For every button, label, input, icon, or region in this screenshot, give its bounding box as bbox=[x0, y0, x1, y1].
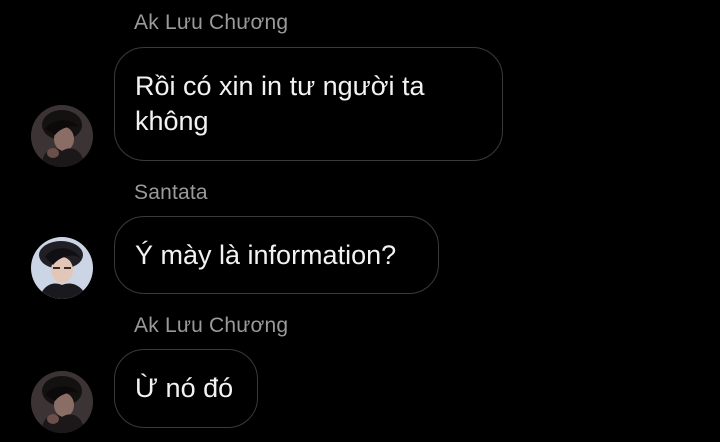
message-text: Ý mày là information? bbox=[135, 239, 397, 270]
user-avatar-dark-icon[interactable] bbox=[31, 105, 93, 167]
user-avatar-dark-icon[interactable] bbox=[31, 371, 93, 433]
message-bubble[interactable]: Rồi có xin in tư người ta không bbox=[114, 47, 503, 161]
sender-name: Santata bbox=[134, 181, 208, 204]
sender-name: Ak Lưu Chương bbox=[134, 314, 289, 337]
message-bubble[interactable]: Ừ nó đó bbox=[114, 349, 258, 428]
user-avatar-light-icon[interactable] bbox=[31, 237, 93, 299]
message-text: Ừ nó đó bbox=[135, 373, 234, 403]
sender-name: Ak Lưu Chương bbox=[134, 11, 289, 34]
message-bubble[interactable]: Ý mày là information? bbox=[114, 216, 439, 294]
chat-thread: Ak Lưu Chương Rồi có xin in tư người ta … bbox=[0, 0, 720, 442]
message-text: Rồi có xin in tư người ta không bbox=[135, 71, 425, 136]
